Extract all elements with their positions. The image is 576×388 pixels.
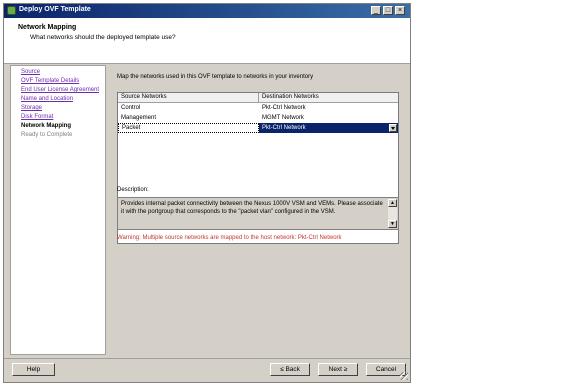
main-panel: Map the networks used in this OVF templa… <box>108 65 410 355</box>
nav-item-ready-to-complete: Ready to Complete <box>21 132 73 138</box>
footer-divider <box>4 358 410 359</box>
page-subtitle: What networks should the deployed templa… <box>30 34 176 41</box>
chevron-down-icon[interactable] <box>389 124 397 132</box>
next-button[interactable]: Next ≥ <box>318 363 358 376</box>
description-scrollbar[interactable]: ▲ ▼ <box>388 199 397 228</box>
instruction-text: Map the networks used in this OVF templa… <box>117 74 314 80</box>
wizard-header: Network Mapping What networks should the… <box>4 18 410 64</box>
destination-network-cell[interactable]: Pkt-Ctrl Network <box>259 103 398 113</box>
back-button[interactable]: ≤ Back <box>270 363 310 376</box>
table-row[interactable]: Management MGMT Network <box>118 113 398 123</box>
warning-message: Warning: Multiple source networks are ma… <box>117 235 342 241</box>
title-bar[interactable]: Deploy OVF Template _ □ × <box>4 4 410 18</box>
scroll-up-icon[interactable]: ▲ <box>388 199 397 207</box>
deploy-ovf-window: Deploy OVF Template _ □ × Network Mappin… <box>3 3 411 383</box>
nav-item-source[interactable]: Source <box>21 68 99 77</box>
page-title: Network Mapping <box>18 24 77 31</box>
nav-item-name-and-location[interactable]: Name and Location <box>21 95 99 104</box>
header-source-networks[interactable]: Source Networks <box>118 93 259 102</box>
app-icon <box>7 6 16 15</box>
resize-grip-icon[interactable] <box>400 372 408 380</box>
destination-network-cell[interactable]: MGMT Network <box>259 113 398 123</box>
help-button[interactable]: Help <box>12 363 55 376</box>
nav-item-disk-format[interactable]: Disk Format <box>21 113 99 122</box>
nav-item-eula[interactable]: End User License Agreement <box>21 86 99 95</box>
wizard-steps-nav: Source OVF Template Details End User Lic… <box>10 65 106 355</box>
table-row[interactable]: Control Pkt-Ctrl Network <box>118 103 398 113</box>
minimize-button[interactable]: _ <box>371 6 381 15</box>
header-destination-networks[interactable]: Destination Networks <box>259 93 398 102</box>
nav-item-storage[interactable]: Storage <box>21 104 99 113</box>
close-button[interactable]: × <box>395 6 405 15</box>
source-network-cell: Packet <box>118 123 259 133</box>
table-header: Source Networks Destination Networks <box>118 93 398 103</box>
nav-item-network-mapping: Network Mapping <box>21 123 72 129</box>
maximize-button[interactable]: □ <box>383 6 393 15</box>
source-network-cell: Control <box>121 105 141 111</box>
description-box: Provides internal packet connectivity be… <box>117 197 399 230</box>
dropdown-selected-value: Pkt-Ctrl Network <box>262 125 306 131</box>
source-network-cell: Management <box>121 115 157 121</box>
destination-network-dropdown[interactable]: Pkt-Ctrl Network <box>259 123 398 133</box>
window-title: Deploy OVF Template <box>19 6 91 13</box>
nav-item-ovf-template-details[interactable]: OVF Template Details <box>21 77 99 86</box>
description-text: Provides internal packet connectivity be… <box>121 201 383 215</box>
table-row-selected[interactable]: Packet Pkt-Ctrl Network <box>118 123 398 133</box>
scroll-down-icon[interactable]: ▼ <box>388 220 397 228</box>
description-label: Description: <box>117 187 149 193</box>
